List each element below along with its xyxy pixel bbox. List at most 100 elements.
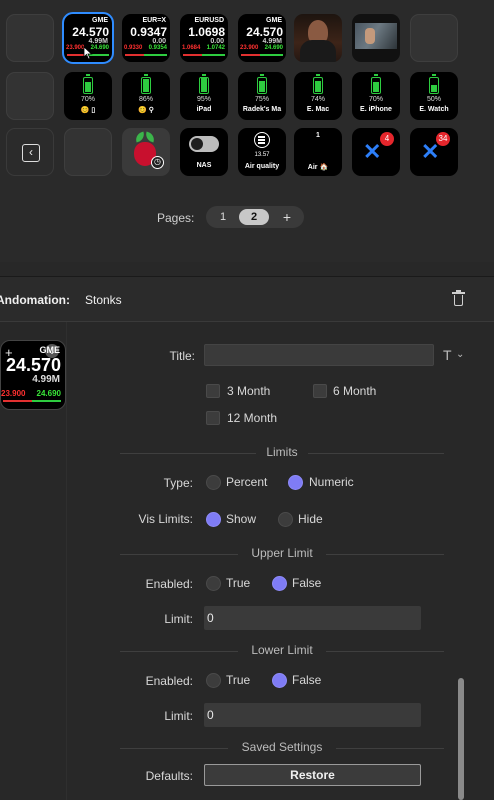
stock-ticker: GME bbox=[266, 17, 282, 24]
air-home-key[interactable]: 1 Air 🏠 bbox=[294, 128, 342, 176]
preview-range-bar bbox=[3, 400, 61, 402]
preview-high: 24.690 bbox=[36, 389, 61, 398]
battery-fill bbox=[201, 77, 207, 92]
stock-price: 24.570 bbox=[246, 25, 283, 39]
battery-percent: 70% bbox=[80, 96, 95, 103]
key-preview[interactable]: + ⌄ GME 24.570 4.99M 23.900 24.690 bbox=[0, 340, 66, 410]
stock-high: 24.690 bbox=[90, 45, 109, 51]
empty-key[interactable] bbox=[6, 14, 54, 62]
radio-upper-false[interactable] bbox=[272, 576, 287, 591]
battery-percent: 75% bbox=[254, 96, 269, 103]
page-switcher: 1 2 + bbox=[206, 206, 304, 228]
section-title: Upper Limit bbox=[251, 546, 313, 560]
battery-icon bbox=[199, 74, 209, 94]
lower-limit-label: Limit: bbox=[164, 709, 193, 723]
empty-key[interactable] bbox=[64, 128, 112, 176]
section-limits: Limits bbox=[120, 445, 444, 461]
stock-key-gme[interactable]: GME 24.570 4.99M 23.900 24.690 bbox=[62, 12, 114, 64]
air-quality-label: Air quality bbox=[244, 163, 280, 170]
battery-percent: 95% bbox=[196, 96, 211, 103]
battery-key[interactable]: 86% 😊 ⚲ bbox=[122, 72, 170, 120]
upper-enabled-label: Enabled: bbox=[145, 577, 193, 591]
radio-label: True bbox=[226, 673, 251, 687]
back-key[interactable]: ‹ bbox=[6, 128, 54, 176]
stock-low: 1.0684 bbox=[182, 45, 201, 51]
font-icon[interactable]: T bbox=[443, 347, 452, 363]
jira-key-2[interactable]: ✕ 34 bbox=[410, 128, 458, 176]
page-button-2[interactable]: 2 bbox=[239, 209, 269, 225]
nas-label: NAS bbox=[196, 162, 212, 169]
battery-key[interactable]: 75% Radek's Ma bbox=[238, 72, 286, 120]
page-button-1[interactable]: 1 bbox=[208, 209, 238, 225]
title-input[interactable] bbox=[204, 344, 434, 366]
pages-label: Pages: bbox=[157, 211, 195, 225]
stock-range-bar bbox=[183, 54, 225, 56]
notification-badge: 34 bbox=[436, 132, 450, 146]
stock-price: 24.570 bbox=[72, 25, 109, 39]
upper-limit-input[interactable]: 0 bbox=[204, 606, 421, 630]
radio-hide[interactable] bbox=[278, 512, 293, 527]
photo-key-2[interactable] bbox=[352, 14, 400, 62]
stock-key-eurx[interactable]: EUR=X 0.9347 0.00 0.9330 0.9354 bbox=[122, 14, 170, 62]
battery-key[interactable]: 70% E. iPhone bbox=[352, 72, 400, 120]
pihole-key[interactable]: ◷ bbox=[122, 128, 170, 176]
stock-low: 23.900 bbox=[66, 45, 85, 51]
device-name: 😊 ⚲ bbox=[138, 107, 154, 114]
checkbox-12-month[interactable] bbox=[206, 411, 220, 425]
stock-key-eurusd[interactable]: EURUSD 1.0698 0.00 1.0684 1.0742 bbox=[180, 14, 228, 62]
checkbox-6-month[interactable] bbox=[313, 384, 327, 398]
battery-fill bbox=[315, 80, 321, 92]
radio-numeric[interactable] bbox=[288, 475, 303, 490]
photo-key-1[interactable] bbox=[294, 14, 342, 62]
mouse-cursor-icon bbox=[83, 46, 93, 60]
radio-upper-true[interactable] bbox=[206, 576, 221, 591]
vis-limits-label: Vis Limits: bbox=[138, 512, 193, 526]
battery-key[interactable]: 74% E. Mac bbox=[294, 72, 342, 120]
radio-label: Numeric bbox=[309, 475, 354, 489]
battery-icon bbox=[141, 74, 151, 94]
jira-key-1[interactable]: ✕ 4 bbox=[352, 128, 400, 176]
battery-key[interactable]: 50% E. Watch bbox=[410, 72, 458, 120]
stock-key-gme-2[interactable]: GME 24.570 4.99M 23.900 24.690 bbox=[238, 14, 286, 62]
battery-key[interactable]: 95% iPad bbox=[180, 72, 228, 120]
section-saved-settings: Saved Settings bbox=[120, 740, 444, 756]
scrollbar-thumb[interactable] bbox=[458, 678, 464, 800]
add-page-button[interactable]: + bbox=[278, 208, 296, 226]
stock-ticker: EURUSD bbox=[194, 17, 224, 24]
empty-key[interactable] bbox=[410, 14, 458, 62]
stock-high: 24.690 bbox=[264, 45, 283, 51]
battery-percent: 86% bbox=[138, 96, 153, 103]
trash-icon[interactable] bbox=[452, 290, 465, 306]
section-lower-limit: Lower Limit bbox=[120, 643, 444, 659]
battery-fill bbox=[373, 81, 379, 92]
air-purifier-icon bbox=[254, 132, 270, 148]
lower-limit-input[interactable]: 0 bbox=[204, 703, 421, 727]
title-label: Title: bbox=[169, 349, 195, 363]
section-title: Saved Settings bbox=[241, 740, 323, 754]
chevron-down-icon[interactable]: ⌄ bbox=[456, 349, 464, 360]
battery-icon bbox=[257, 74, 267, 94]
device-name: E. iPhone bbox=[360, 106, 392, 113]
battery-key[interactable]: 70% 😊 ▯ bbox=[64, 72, 112, 120]
radio-show[interactable] bbox=[206, 512, 221, 527]
radio-percent[interactable] bbox=[206, 475, 221, 490]
battery-icon bbox=[313, 74, 323, 94]
radio-label: True bbox=[226, 576, 251, 590]
toggle-switch-icon bbox=[189, 136, 219, 152]
checkbox-label: 6 Month bbox=[333, 384, 377, 398]
photo-scene bbox=[355, 23, 397, 49]
radio-lower-false[interactable] bbox=[272, 673, 287, 688]
nas-toggle-key[interactable]: NAS bbox=[180, 128, 228, 176]
stock-ticker: EUR=X bbox=[142, 17, 166, 24]
air-quality-key[interactable]: 13.57 Air quality bbox=[238, 128, 286, 176]
radio-lower-true[interactable] bbox=[206, 673, 221, 688]
empty-key[interactable] bbox=[6, 72, 54, 120]
stock-price: 0.9347 bbox=[130, 25, 167, 39]
battery-icon bbox=[83, 74, 93, 94]
stock-range-bar bbox=[241, 54, 283, 56]
radio-label: Percent bbox=[226, 475, 268, 489]
checkbox-3-month[interactable] bbox=[206, 384, 220, 398]
section-upper-limit: Upper Limit bbox=[120, 546, 444, 562]
inspector-header: Andomation: Stonks bbox=[0, 277, 494, 322]
restore-button[interactable]: Restore bbox=[204, 764, 421, 786]
